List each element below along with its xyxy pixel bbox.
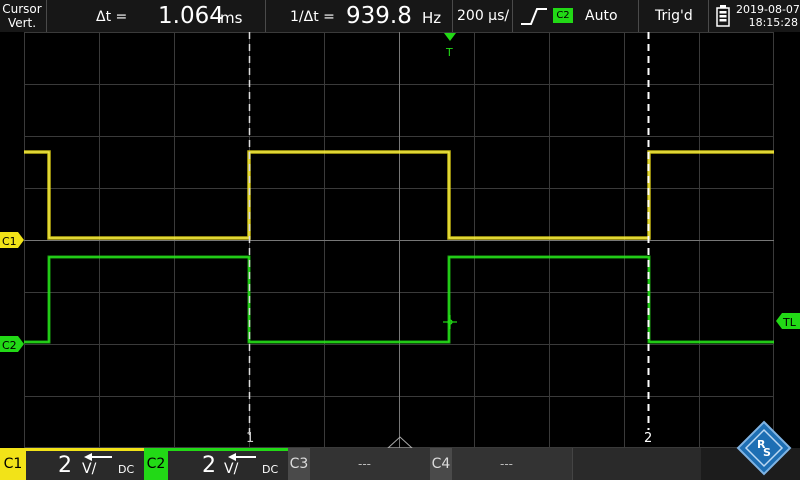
empty-slot (572, 448, 701, 480)
trigger-source-badge: C2 (553, 8, 573, 23)
cursor-1-label: 1 (246, 431, 254, 446)
trigger-status-text: Trig'd (655, 8, 693, 24)
divider (46, 0, 47, 32)
ch4-settings-button[interactable]: C4 --- (430, 448, 572, 480)
cursor-mode-button[interactable]: Cursor Vert. (0, 0, 44, 34)
trigger-point-icon (443, 315, 457, 329)
ch1-scale-value: 2 (58, 453, 72, 478)
trigger-level-marker[interactable]: TL (776, 313, 800, 329)
ch2-scale-value: 2 (202, 453, 216, 478)
cursor-2-label: 2 (644, 431, 652, 446)
ch1-coupling: DC (118, 463, 135, 476)
waveform-display[interactable]: 1 2 T C1 C2 TL (0, 32, 800, 448)
trigger-position-marker[interactable] (444, 33, 456, 41)
inverse-delta-t-label: 1/Δt = (290, 9, 335, 25)
ch1-offset-marker[interactable]: C1 (0, 232, 24, 248)
ch3-settings-button[interactable]: C3 --- (288, 448, 430, 480)
ch4-value: --- (500, 457, 513, 471)
ch2-offset-label: C2 (2, 339, 17, 352)
divider (708, 0, 709, 32)
trigger-level-label: TL (782, 316, 797, 329)
trigger-status: Trig'd (639, 0, 707, 32)
delta-t-value: 1.064 (158, 3, 224, 29)
delta-t-label: Δt = (96, 9, 128, 25)
ch4-label: C4 (430, 448, 452, 480)
timebase-button[interactable]: 200 µs/ (453, 0, 509, 32)
inverse-delta-t-readout[interactable]: 1/Δt = 939.8 Hz (266, 0, 452, 32)
timebase-value: 200 µs/ (457, 8, 510, 24)
ch2-active-bar (168, 448, 288, 451)
battery-icon (716, 5, 730, 27)
graticule-center-ticks (24, 32, 774, 448)
rs-logo-icon[interactable]: R S (736, 420, 792, 476)
cursor-mode-line2: Vert. (7, 16, 37, 30)
ch2-settings-button[interactable]: C2 2 V/ DC (144, 448, 288, 480)
ch1-offset-label: C1 (2, 235, 17, 248)
ch1-settings-button[interactable]: C1 2 V/ DC (0, 448, 144, 480)
inverse-delta-t-value: 939.8 (346, 3, 412, 29)
inverse-delta-t-unit: Hz (422, 9, 442, 27)
delta-t-readout[interactable]: Δt = 1.064 ms (48, 0, 264, 32)
status-bar: Cursor Vert. Δt = 1.064 ms 1/Δt = 939.8 … (0, 0, 800, 32)
ch1-active-bar (26, 448, 144, 451)
ch2-label: C2 (144, 448, 168, 480)
ch2-offset-marker[interactable]: C2 (0, 336, 24, 352)
ch1-scale-unit: V/ (82, 461, 97, 477)
trigger-settings-button[interactable]: C2 Auto (513, 0, 637, 32)
date: 2019-08-07 (736, 3, 800, 16)
ch3-value: --- (358, 457, 371, 471)
cursor-mode-line1: Cursor (2, 2, 42, 16)
time: 18:15:28 (748, 16, 798, 29)
ch1-label: C1 (0, 448, 26, 480)
date-time: 2019-08-07 18:15:28 (736, 0, 800, 35)
trigger-mode: Auto (585, 8, 618, 24)
rising-edge-icon (521, 8, 547, 25)
svg-text:S: S (763, 446, 771, 459)
trigger-position-label: T (445, 46, 453, 59)
ch2-scale-unit: V/ (224, 461, 239, 477)
ch2-coupling: DC (262, 463, 279, 476)
delta-t-unit: ms (220, 9, 243, 27)
ch3-label: C3 (288, 448, 310, 480)
